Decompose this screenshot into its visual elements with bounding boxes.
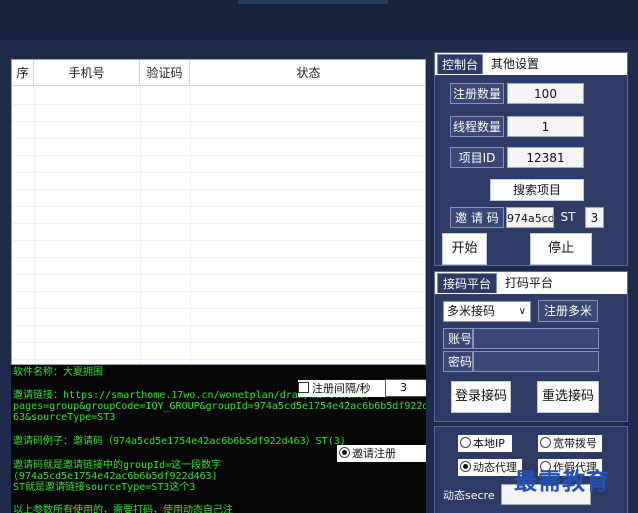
control-panel: 控制台 其他设置 注册数量 100 线程数量 1 项目ID 12381 搜索项目…	[434, 52, 628, 266]
radio-icon[interactable]	[460, 437, 471, 448]
table-row	[12, 240, 425, 241]
local-ip-label: 本地IP	[473, 437, 505, 450]
password-input[interactable]	[473, 351, 599, 372]
project-id-label: 项目ID	[450, 147, 504, 168]
chevron-down-icon: ∨	[518, 306, 526, 317]
reg-count-input[interactable]: 100	[507, 83, 584, 104]
tab-sms-platform[interactable]: 接码平台	[437, 273, 497, 293]
log-line: 软件名称：大夏拥围	[13, 367, 103, 378]
col-code[interactable]: 验证码	[140, 60, 190, 86]
col-index[interactable]: 序	[12, 60, 34, 86]
sms-tabs: 接码平台 打码平台	[435, 272, 627, 294]
log-line: 邀请码例子：邀请码（974a5cd5e1754e42ac6b6b5df922d4…	[13, 436, 346, 447]
stop-button[interactable]: 停止	[530, 233, 592, 265]
table-row	[12, 104, 425, 105]
st-input[interactable]: 3	[585, 207, 604, 228]
title-accent	[238, 0, 388, 4]
radio-icon[interactable]	[540, 437, 551, 448]
log-line: 63&sourceType=ST3	[13, 412, 116, 423]
register-domi-button[interactable]: 注册多米	[538, 300, 598, 322]
invite-register-radio[interactable]: 邀请注册	[337, 445, 426, 462]
table-row	[12, 206, 425, 207]
tab-captcha-platform[interactable]: 打码平台	[499, 273, 559, 293]
checkbox-box[interactable]	[298, 382, 309, 393]
search-project-button[interactable]: 搜索项目	[490, 179, 584, 201]
radio-selected-icon[interactable]	[339, 447, 350, 458]
grid-line	[34, 86, 35, 364]
invite-register-label: 邀请注册	[352, 447, 396, 460]
sms-platform-panel: 接码平台 打码平台 多米接码 ∨ 注册多米 账号 密码 登录接码 重选接码	[434, 271, 628, 422]
table-row	[12, 138, 425, 139]
project-id-input[interactable]: 12381	[507, 147, 584, 168]
log-console[interactable]: 软件名称：大夏拥围 邀请链接：https://smarthome.17wo.cn…	[11, 365, 426, 513]
table-row	[12, 359, 425, 360]
table-row	[12, 291, 425, 292]
thread-count-input[interactable]: 1	[507, 116, 584, 137]
start-button[interactable]: 开始	[442, 233, 487, 265]
thread-count-label: 线程数量	[450, 116, 504, 137]
local-ip-radio[interactable]: 本地IP	[458, 435, 512, 452]
dynamic-proxy-radio[interactable]: 动态代理	[458, 459, 522, 476]
log-line: 以上参数所有使用的，需要打码，使用动态自己注	[13, 505, 233, 513]
table-row	[12, 308, 425, 309]
password-label: 密码	[443, 351, 473, 372]
table-row	[12, 121, 425, 122]
control-tabs: 控制台 其他设置	[435, 53, 627, 75]
st-label: ST	[560, 210, 576, 224]
table-row	[12, 325, 425, 326]
log-line: pages=group&groupCode=IQY_GROUP&groupId=…	[13, 401, 426, 412]
col-status[interactable]: 状态	[190, 60, 425, 86]
sms-platform-select[interactable]: 多米接码 ∨	[443, 301, 531, 322]
register-interval-input[interactable]: 3	[385, 379, 426, 397]
table-row	[12, 274, 425, 275]
top-bar	[0, 0, 638, 40]
table-row	[12, 342, 425, 343]
broadband-label: 宽带拨号	[553, 437, 597, 450]
login-sms-button[interactable]: 登录接码	[451, 381, 511, 413]
register-interval-label: 注册间隔/秒	[312, 382, 371, 395]
table-header: 序 手机号 验证码 状态	[12, 60, 425, 86]
watermark-text: 最需教育	[514, 468, 610, 495]
table-row	[12, 257, 425, 258]
grid-line	[190, 86, 191, 364]
log-line: (974a5cd5e1754e42ac6b6b5df922d463)	[13, 471, 218, 482]
sms-platform-selected: 多米接码	[447, 304, 496, 318]
reselect-sms-button[interactable]: 重选接码	[537, 381, 599, 413]
result-table[interactable]: 序 手机号 验证码 状态	[11, 59, 426, 365]
account-label: 账号	[443, 328, 473, 349]
grid-line	[140, 86, 141, 364]
log-line: 邀请码就是邀请链接中的groupId=这一段数字	[13, 460, 222, 471]
table-row	[12, 223, 425, 224]
table-row	[12, 189, 425, 190]
tab-other-settings[interactable]: 其他设置	[485, 54, 545, 74]
col-phone[interactable]: 手机号	[34, 60, 140, 86]
invite-code-label: 邀 请 码	[450, 207, 504, 228]
radio-selected-icon[interactable]	[460, 461, 471, 472]
secret-label: 动态secre	[443, 489, 495, 502]
reg-count-label: 注册数量	[450, 83, 504, 104]
table-row	[12, 155, 425, 156]
invite-code-input[interactable]: 974a5cd5	[506, 207, 554, 228]
account-input[interactable]	[473, 328, 599, 349]
dynamic-proxy-label: 动态代理	[473, 461, 517, 474]
broadband-radio[interactable]: 宽带拨号	[538, 435, 602, 452]
tab-console[interactable]: 控制台	[437, 54, 483, 74]
log-line: ST就是邀请链接sourceType=ST3这个3	[13, 482, 196, 493]
table-row	[12, 172, 425, 173]
